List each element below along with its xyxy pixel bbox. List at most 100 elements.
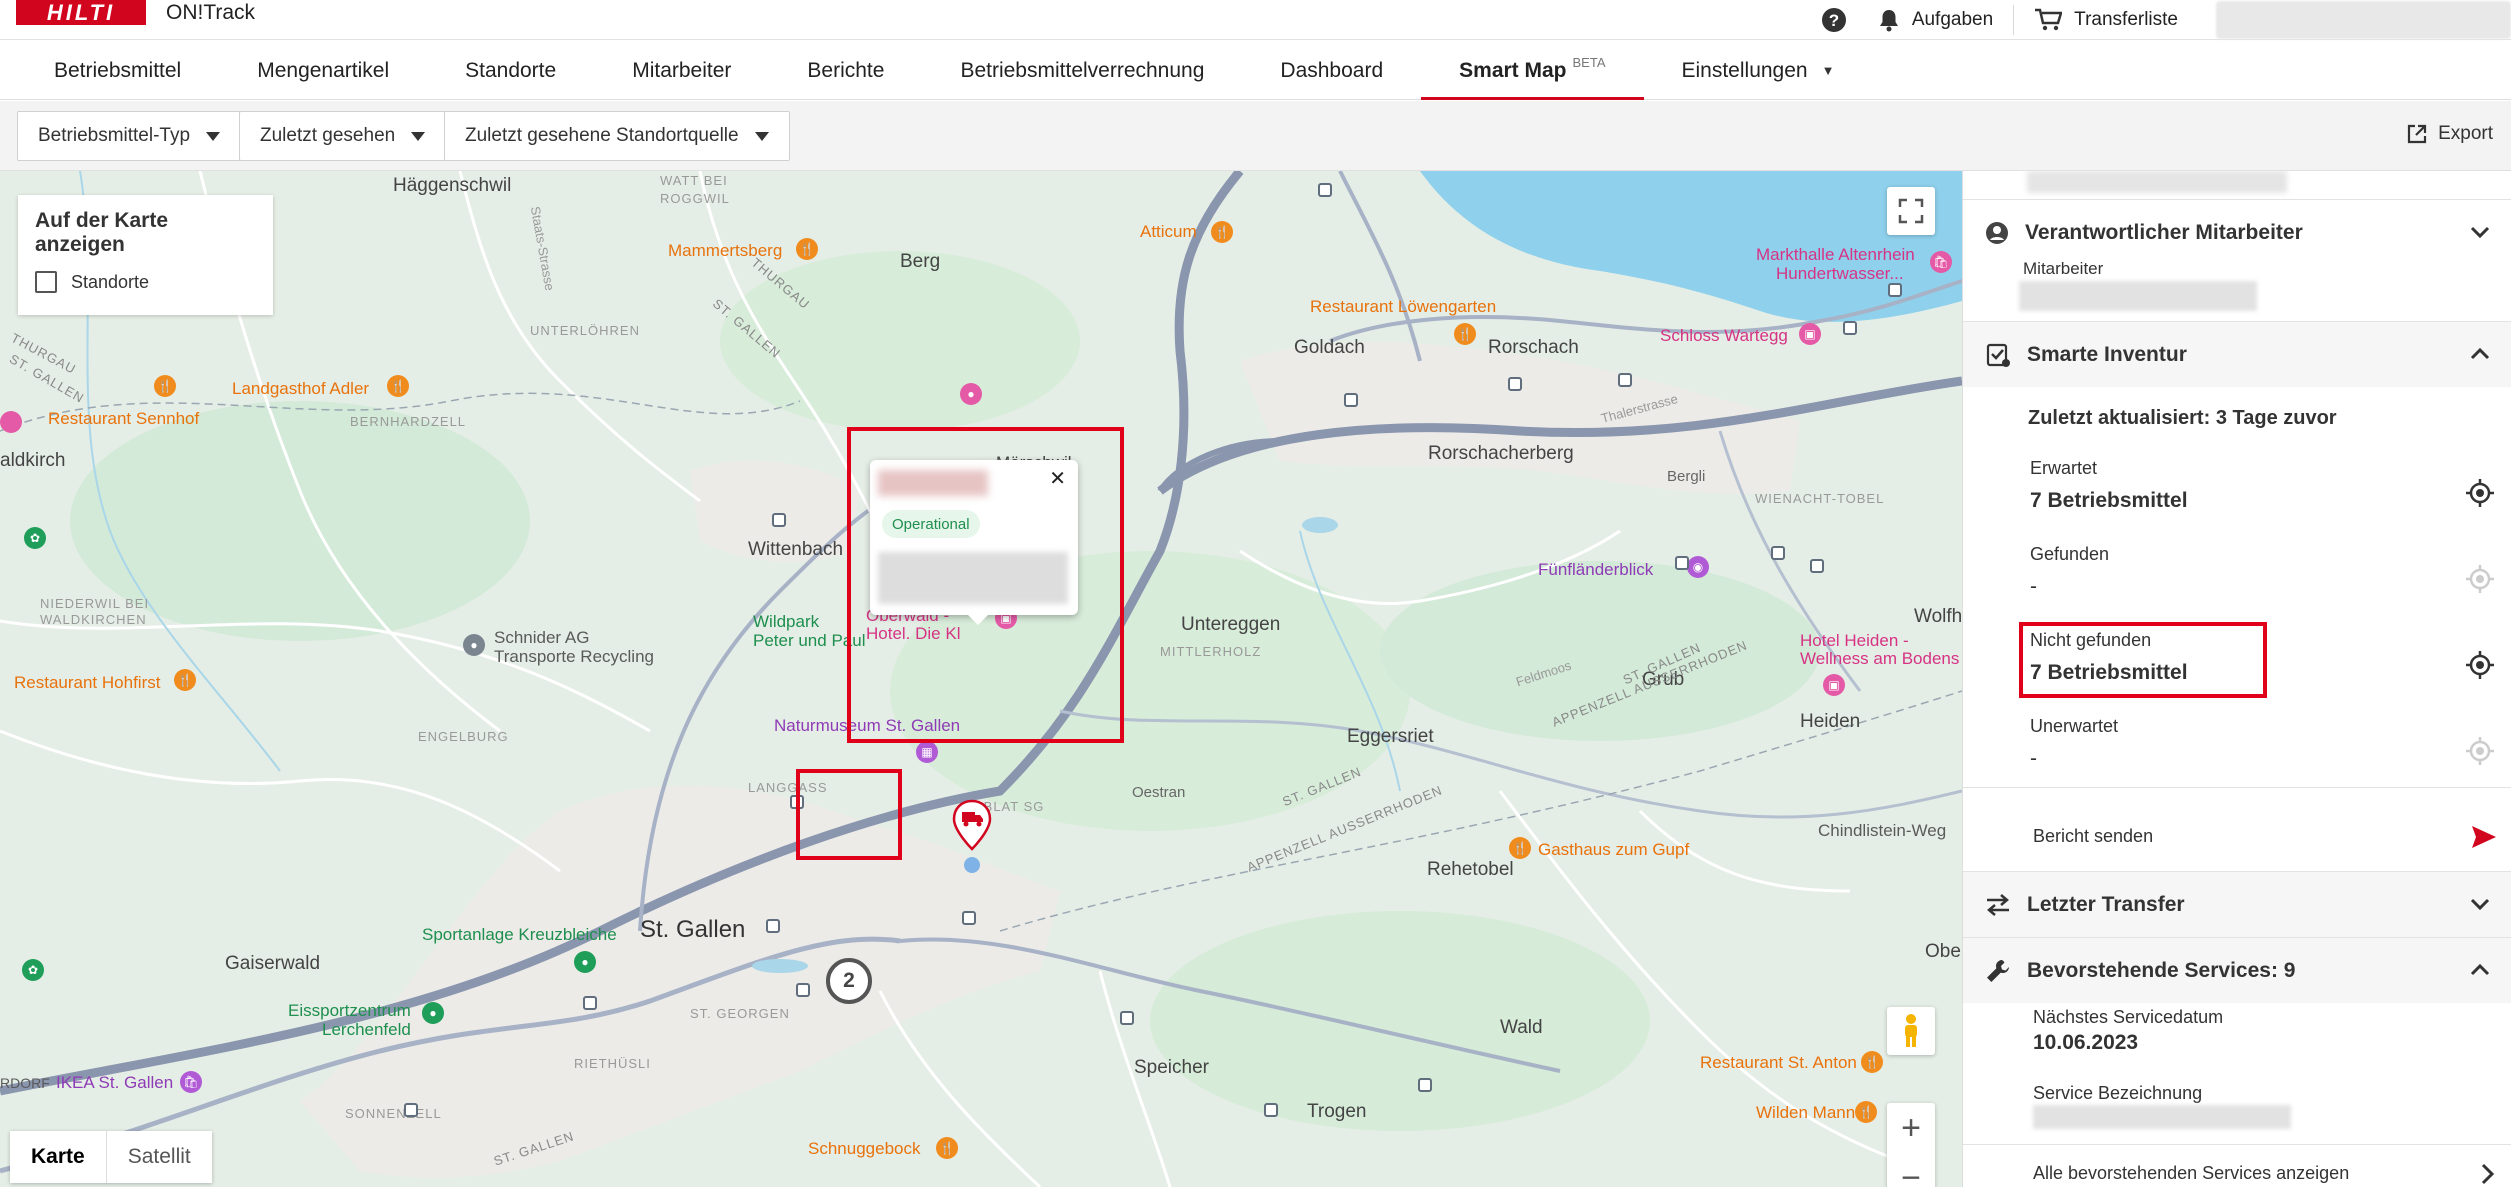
bus-stop-icon[interactable] <box>1843 321 1857 335</box>
park-icon[interactable]: ✿ <box>22 959 44 981</box>
bus-stop-icon[interactable] <box>1418 1078 1432 1092</box>
viewpoint-icon[interactable]: ◉ <box>1687 556 1709 578</box>
zoom-out-button[interactable]: − <box>1887 1153 1935 1187</box>
found-value: - <box>2030 575 2037 598</box>
poi-label: Fünfländerblick <box>1538 560 1654 579</box>
bus-stop-icon[interactable] <box>1771 546 1785 560</box>
bus-stop-icon[interactable] <box>772 513 786 527</box>
fullscreen-button[interactable] <box>1887 187 1935 235</box>
asset-popup[interactable]: ✕ Operational <box>870 460 1078 625</box>
locations-checkbox[interactable] <box>35 271 57 293</box>
restaurant-icon[interactable]: 🍴 <box>1211 221 1233 243</box>
section-title: Smarte Inventur <box>2027 342 2187 366</box>
place-marker-icon[interactable]: ● <box>960 383 982 405</box>
beta-badge: BETA <box>1572 55 1606 70</box>
section-title: Verantwortlicher Mitarbeiter <box>2025 220 2303 244</box>
map-view[interactable]: Häggenschwil Berg Goldach Rorschach Rors… <box>0 171 1962 1187</box>
hotel-icon[interactable]: ▣ <box>1799 323 1821 345</box>
user-account-menu[interactable] <box>2216 1 2511 39</box>
nav-betriebsmittelverrechnung[interactable]: Betriebsmittelverrechnung <box>922 41 1242 100</box>
bus-stop-icon[interactable] <box>796 983 810 997</box>
restaurant-icon[interactable]: 🍴 <box>1454 323 1476 345</box>
filter-last-seen[interactable]: Zuletzt gesehen <box>239 111 447 161</box>
map-type-karte[interactable]: Karte <box>10 1131 107 1183</box>
map-type-satellit[interactable]: Satellit <box>106 1131 212 1183</box>
nav-label: Smart Map <box>1459 58 1567 82</box>
place-label: Obere <box>1925 941 1962 962</box>
locate-icon[interactable] <box>2465 736 2495 766</box>
transfer-list-link[interactable]: Transferliste <box>2014 6 2198 34</box>
sports-icon[interactable]: ● <box>574 951 596 973</box>
caret-down-icon <box>411 131 426 141</box>
restaurant-icon[interactable]: 🍴 <box>796 238 818 260</box>
zoom-in-button[interactable]: + <box>1887 1103 1935 1153</box>
region-label: ST. GEORGEN <box>690 1006 790 1021</box>
sports-icon[interactable]: ● <box>422 1002 444 1024</box>
locate-icon[interactable] <box>2465 564 2495 594</box>
hotel-icon[interactable]: ▣ <box>1823 674 1845 696</box>
bus-stop-icon[interactable] <box>1120 1011 1134 1025</box>
export-button[interactable]: Export <box>2406 123 2493 145</box>
section-responsible-employee[interactable]: Verantwortlicher Mitarbeiter <box>1963 199 2511 265</box>
restaurant-icon[interactable]: 🍴 <box>1855 1101 1877 1123</box>
nav-dashboard[interactable]: Dashboard <box>1242 41 1421 100</box>
section-upcoming-services[interactable]: Bevorstehende Services: 9 <box>1963 937 2511 1003</box>
nav-standorte[interactable]: Standorte <box>427 41 594 100</box>
tasks-label: Aufgaben <box>1911 9 1994 30</box>
bus-stop-icon[interactable] <box>766 919 780 933</box>
nav-einstellungen[interactable]: Einstellungen ▼ <box>1644 41 1873 100</box>
nav-betriebsmittel[interactable]: Betriebsmittel <box>0 41 219 100</box>
close-icon[interactable]: ✕ <box>1049 466 1066 491</box>
bus-stop-icon[interactable] <box>404 1103 418 1117</box>
tasks-link[interactable]: Aufgaben <box>1858 6 2013 34</box>
park-icon[interactable]: ✿ <box>24 527 46 549</box>
restaurant-icon[interactable]: 🍴 <box>387 375 409 397</box>
poi-label: Restaurant Löwengarten <box>1310 297 1497 316</box>
bus-stop-icon[interactable] <box>1344 393 1358 407</box>
shopping-icon[interactable]: 🛍 <box>180 1071 202 1093</box>
bus-stop-icon[interactable] <box>1675 556 1689 570</box>
bus-stop-icon[interactable] <box>1318 183 1332 197</box>
restaurant-icon[interactable]: 🍴 <box>936 1137 958 1159</box>
help-icon[interactable]: ? <box>1810 6 1858 34</box>
bus-stop-icon[interactable] <box>1508 377 1522 391</box>
section-smart-inventory[interactable]: Smarte Inventur <box>1963 321 2511 387</box>
business-icon[interactable]: ● <box>463 634 485 656</box>
place-label: Heiden <box>1800 711 1861 732</box>
filter-asset-type[interactable]: Betriebsmittel-Typ <box>17 111 242 161</box>
hilti-logo[interactable]: HILTI <box>16 0 146 25</box>
nav-label: Betriebsmittel <box>54 58 182 82</box>
shopping-icon[interactable] <box>0 411 22 433</box>
asset-cluster[interactable]: 2 <box>826 958 872 1004</box>
chevron-right-icon[interactable] <box>2481 1163 2495 1185</box>
send-icon[interactable] <box>2471 825 2497 849</box>
locations-toggle[interactable]: Standorte <box>35 271 256 293</box>
nav-mengenartikel[interactable]: Mengenartikel <box>219 41 427 100</box>
bus-stop-icon[interactable] <box>1618 373 1632 387</box>
poi-label: Wellness am Bodens <box>1800 649 1960 668</box>
bus-stop-icon[interactable] <box>1888 283 1902 297</box>
shopping-icon[interactable]: 🛍 <box>1930 251 1952 273</box>
locate-icon[interactable] <box>2465 650 2495 680</box>
asset-marker-icon[interactable] <box>952 799 992 851</box>
all-services-link[interactable]: Alle bevorstehenden Services anzeigen <box>2033 1163 2349 1184</box>
nav-label: Mengenartikel <box>257 58 390 82</box>
bus-stop-icon[interactable] <box>1810 559 1824 573</box>
restaurant-icon[interactable]: 🍴 <box>154 375 176 397</box>
restaurant-icon[interactable]: 🍴 <box>1509 837 1531 859</box>
nav-mitarbeiter[interactable]: Mitarbeiter <box>594 41 769 100</box>
bus-stop-icon[interactable] <box>962 911 976 925</box>
locate-icon[interactable] <box>2465 478 2495 508</box>
map-layer-panel: Auf der Karte anzeigen Standorte <box>18 195 273 315</box>
museum-icon[interactable]: ▦ <box>916 741 938 763</box>
restaurant-icon[interactable]: 🍴 <box>174 669 196 691</box>
street-view-button[interactable] <box>1887 1007 1935 1055</box>
nav-smart-map[interactable]: Smart Map BETA <box>1421 41 1644 100</box>
bus-stop-icon[interactable] <box>583 996 597 1010</box>
filter-last-seen-source[interactable]: Zuletzt gesehene Standortquelle <box>444 111 790 161</box>
section-last-transfer[interactable]: Letzter Transfer <box>1963 871 2511 937</box>
bus-stop-icon[interactable] <box>1264 1103 1278 1117</box>
transfer-arrows-icon <box>1987 893 2009 916</box>
restaurant-icon[interactable]: 🍴 <box>1861 1051 1883 1073</box>
nav-berichte[interactable]: Berichte <box>769 41 922 100</box>
